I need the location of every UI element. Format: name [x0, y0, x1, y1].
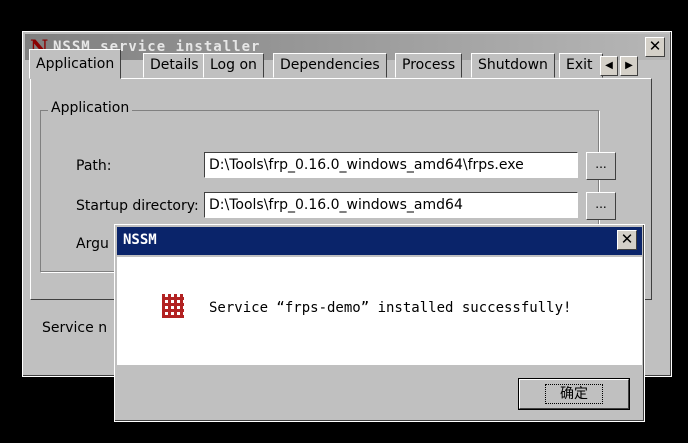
- path-label: Path:: [76, 158, 112, 174]
- tab-scroll-left-icon[interactable]: ◀: [600, 56, 618, 76]
- dialog-close-button[interactable]: ✕: [617, 230, 637, 250]
- path-browse-button[interactable]: ...: [586, 152, 616, 180]
- nssm-qr-icon: [162, 294, 184, 318]
- dialog-title-bar[interactable]: NSSM ✕: [117, 227, 642, 255]
- tab-log-on[interactable]: Log on: [203, 53, 264, 78]
- startup-browse-button[interactable]: ...: [586, 192, 616, 220]
- ok-button[interactable]: 确定: [519, 379, 629, 409]
- service-name-label: Service n: [42, 320, 108, 336]
- main-close-button[interactable]: ✕: [645, 37, 665, 57]
- startup-directory-field[interactable]: D:\Tools\frp_0.16.0_windows_amd64: [204, 192, 578, 218]
- arguments-label: Argu: [76, 236, 109, 252]
- dialog-title: NSSM: [123, 232, 157, 248]
- tab-details[interactable]: Details: [143, 53, 206, 78]
- application-group-label: Application: [48, 100, 133, 116]
- tab-process[interactable]: Process: [395, 53, 463, 78]
- startup-directory-label: Startup directory:: [76, 198, 199, 214]
- tab-scroll-right-icon[interactable]: ▶: [620, 56, 638, 76]
- path-field[interactable]: D:\Tools\frp_0.16.0_windows_amd64\frps.e…: [204, 152, 578, 178]
- success-dialog: NSSM ✕ Service “frps-demo” installed suc…: [114, 224, 645, 422]
- dialog-message-area: Service “frps-demo” installed successful…: [117, 257, 642, 365]
- ok-button-label: 确定: [545, 384, 603, 404]
- tab-application[interactable]: Application: [29, 49, 122, 79]
- tab-dependencies[interactable]: Dependencies: [273, 53, 387, 78]
- dialog-message: Service “frps-demo” installed successful…: [209, 300, 572, 316]
- tab-exit[interactable]: Exit: [559, 53, 603, 78]
- tab-shutdown[interactable]: Shutdown: [471, 53, 555, 78]
